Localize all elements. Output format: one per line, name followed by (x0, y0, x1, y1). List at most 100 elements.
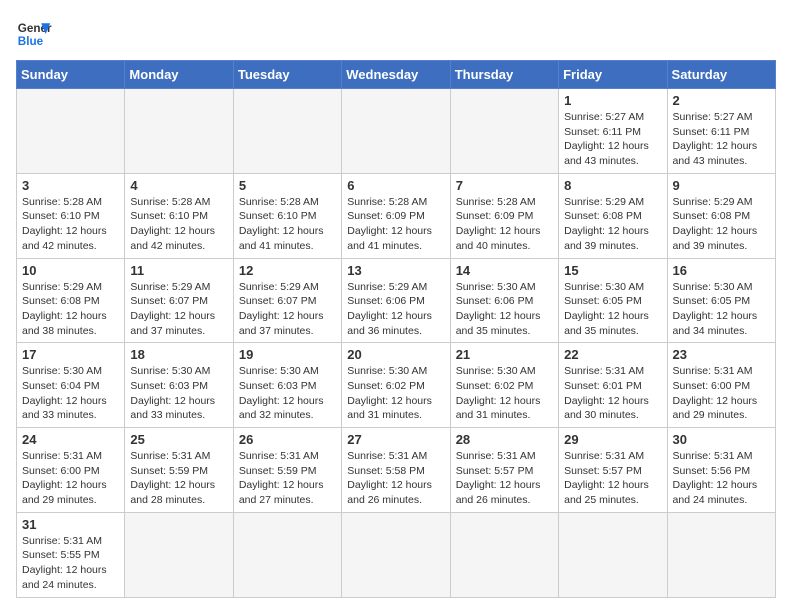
calendar-cell: 20Sunrise: 5:30 AM Sunset: 6:02 PM Dayli… (342, 343, 450, 428)
day-info: Sunrise: 5:29 AM Sunset: 6:06 PM Dayligh… (347, 280, 444, 339)
calendar-week-3: 10 Sunrise: 5:29 AM Sunset: 6:08 PM Dayli… (17, 258, 776, 343)
calendar-cell: 13 Sunrise: 5:29 AM Sunset: 6:06 PM Dayli… (342, 258, 450, 343)
day-info: Sunrise: 5:31 AM Sunset: 5:57 PM Dayligh… (456, 449, 553, 508)
calendar-cell: 29 Sunrise: 5:31 AM Sunset: 5:57 PM Dayli… (559, 428, 667, 513)
svg-text:Blue: Blue (18, 35, 44, 48)
day-number: 2 (673, 93, 770, 108)
calendar-cell: 12 Sunrise: 5:29 AM Sunset: 6:07 PM Dayli… (233, 258, 341, 343)
weekday-row: SundayMondayTuesdayWednesdayThursdayFrid… (17, 61, 776, 89)
day-number: 8 (564, 178, 661, 193)
day-info: Sunrise: 5:28 AM Sunset: 6:10 PM Dayligh… (22, 195, 119, 254)
day-number: 16 (673, 263, 770, 278)
day-info: Sunrise: 5:31 AM Sunset: 6:00 PM Dayligh… (22, 449, 119, 508)
calendar-cell: 3 Sunrise: 5:28 AM Sunset: 6:10 PM Daylig… (17, 173, 125, 258)
calendar-table: SundayMondayTuesdayWednesdayThursdayFrid… (16, 60, 776, 598)
calendar-cell: 8Sunrise: 5:29 AM Sunset: 6:08 PM Daylig… (559, 173, 667, 258)
day-number: 29 (564, 432, 661, 447)
calendar-cell (559, 512, 667, 597)
day-number: 11 (130, 263, 227, 278)
day-number: 31 (22, 517, 119, 532)
calendar-cell: 27 Sunrise: 5:31 AM Sunset: 5:58 PM Dayli… (342, 428, 450, 513)
day-number: 22 (564, 347, 661, 362)
day-info: Sunrise: 5:31 AM Sunset: 5:59 PM Dayligh… (239, 449, 336, 508)
page-header: General Blue (16, 16, 776, 52)
day-number: 28 (456, 432, 553, 447)
day-info: Sunrise: 5:31 AM Sunset: 6:00 PM Dayligh… (673, 364, 770, 423)
day-info: Sunrise: 5:30 AM Sunset: 6:03 PM Dayligh… (130, 364, 227, 423)
day-number: 12 (239, 263, 336, 278)
day-number: 23 (673, 347, 770, 362)
day-number: 7 (456, 178, 553, 193)
day-info: Sunrise: 5:29 AM Sunset: 6:07 PM Dayligh… (239, 280, 336, 339)
calendar-cell (342, 512, 450, 597)
calendar-cell (17, 89, 125, 174)
calendar-body: 1 Sunrise: 5:27 AM Sunset: 6:11 PM Daylig… (17, 89, 776, 598)
calendar-cell (125, 512, 233, 597)
day-info: Sunrise: 5:31 AM Sunset: 5:55 PM Dayligh… (22, 534, 119, 593)
day-info: Sunrise: 5:29 AM Sunset: 6:07 PM Dayligh… (130, 280, 227, 339)
day-info: Sunrise: 5:28 AM Sunset: 6:10 PM Dayligh… (130, 195, 227, 254)
day-info: Sunrise: 5:31 AM Sunset: 5:57 PM Dayligh… (564, 449, 661, 508)
day-info: Sunrise: 5:27 AM Sunset: 6:11 PM Dayligh… (673, 110, 770, 169)
day-number: 18 (130, 347, 227, 362)
day-number: 25 (130, 432, 227, 447)
calendar-cell: 11 Sunrise: 5:29 AM Sunset: 6:07 PM Dayli… (125, 258, 233, 343)
day-number: 1 (564, 93, 661, 108)
calendar-header: SundayMondayTuesdayWednesdayThursdayFrid… (17, 61, 776, 89)
calendar-cell (342, 89, 450, 174)
day-info: Sunrise: 5:30 AM Sunset: 6:02 PM Dayligh… (456, 364, 553, 423)
weekday-header-friday: Friday (559, 61, 667, 89)
day-info: Sunrise: 5:28 AM Sunset: 6:09 PM Dayligh… (347, 195, 444, 254)
calendar-cell: 5 Sunrise: 5:28 AM Sunset: 6:10 PM Daylig… (233, 173, 341, 258)
calendar-cell: 6 Sunrise: 5:28 AM Sunset: 6:09 PM Daylig… (342, 173, 450, 258)
calendar-cell: 22 Sunrise: 5:31 AM Sunset: 6:01 PM Dayli… (559, 343, 667, 428)
weekday-header-tuesday: Tuesday (233, 61, 341, 89)
calendar-cell: 30 Sunrise: 5:31 AM Sunset: 5:56 PM Dayli… (667, 428, 775, 513)
calendar-cell: 14Sunrise: 5:30 AM Sunset: 6:06 PM Dayli… (450, 258, 558, 343)
day-number: 19 (239, 347, 336, 362)
day-number: 27 (347, 432, 444, 447)
day-number: 4 (130, 178, 227, 193)
day-info: Sunrise: 5:28 AM Sunset: 6:10 PM Dayligh… (239, 195, 336, 254)
day-info: Sunrise: 5:30 AM Sunset: 6:03 PM Dayligh… (239, 364, 336, 423)
calendar-week-5: 24 Sunrise: 5:31 AM Sunset: 6:00 PM Dayli… (17, 428, 776, 513)
day-info: Sunrise: 5:30 AM Sunset: 6:02 PM Dayligh… (347, 364, 444, 423)
day-info: Sunrise: 5:31 AM Sunset: 5:58 PM Dayligh… (347, 449, 444, 508)
calendar-cell: 31 Sunrise: 5:31 AM Sunset: 5:55 PM Dayli… (17, 512, 125, 597)
calendar-week-4: 17Sunrise: 5:30 AM Sunset: 6:04 PM Dayli… (17, 343, 776, 428)
calendar-cell: 4 Sunrise: 5:28 AM Sunset: 6:10 PM Daylig… (125, 173, 233, 258)
day-info: Sunrise: 5:30 AM Sunset: 6:06 PM Dayligh… (456, 280, 553, 339)
day-number: 3 (22, 178, 119, 193)
weekday-header-sunday: Sunday (17, 61, 125, 89)
weekday-header-wednesday: Wednesday (342, 61, 450, 89)
calendar-cell: 26Sunrise: 5:31 AM Sunset: 5:59 PM Dayli… (233, 428, 341, 513)
day-info: Sunrise: 5:31 AM Sunset: 5:59 PM Dayligh… (130, 449, 227, 508)
calendar-cell: 21Sunrise: 5:30 AM Sunset: 6:02 PM Dayli… (450, 343, 558, 428)
calendar-cell: 19 Sunrise: 5:30 AM Sunset: 6:03 PM Dayli… (233, 343, 341, 428)
day-info: Sunrise: 5:29 AM Sunset: 6:08 PM Dayligh… (22, 280, 119, 339)
calendar-cell (450, 512, 558, 597)
day-info: Sunrise: 5:30 AM Sunset: 6:04 PM Dayligh… (22, 364, 119, 423)
calendar-week-6: 31 Sunrise: 5:31 AM Sunset: 5:55 PM Dayli… (17, 512, 776, 597)
generalblue-logo-icon: General Blue (16, 16, 52, 52)
day-number: 30 (673, 432, 770, 447)
day-number: 10 (22, 263, 119, 278)
day-number: 15 (564, 263, 661, 278)
day-info: Sunrise: 5:31 AM Sunset: 6:01 PM Dayligh… (564, 364, 661, 423)
day-info: Sunrise: 5:31 AM Sunset: 5:56 PM Dayligh… (673, 449, 770, 508)
day-number: 6 (347, 178, 444, 193)
day-number: 24 (22, 432, 119, 447)
calendar-cell: 17Sunrise: 5:30 AM Sunset: 6:04 PM Dayli… (17, 343, 125, 428)
day-number: 13 (347, 263, 444, 278)
calendar-cell: 15 Sunrise: 5:30 AM Sunset: 6:05 PM Dayli… (559, 258, 667, 343)
day-number: 9 (673, 178, 770, 193)
day-info: Sunrise: 5:28 AM Sunset: 6:09 PM Dayligh… (456, 195, 553, 254)
calendar-cell: 2 Sunrise: 5:27 AM Sunset: 6:11 PM Daylig… (667, 89, 775, 174)
weekday-header-monday: Monday (125, 61, 233, 89)
calendar-cell (667, 512, 775, 597)
day-number: 5 (239, 178, 336, 193)
day-info: Sunrise: 5:30 AM Sunset: 6:05 PM Dayligh… (673, 280, 770, 339)
day-info: Sunrise: 5:29 AM Sunset: 6:08 PM Dayligh… (673, 195, 770, 254)
calendar-cell: 7 Sunrise: 5:28 AM Sunset: 6:09 PM Daylig… (450, 173, 558, 258)
day-info: Sunrise: 5:30 AM Sunset: 6:05 PM Dayligh… (564, 280, 661, 339)
